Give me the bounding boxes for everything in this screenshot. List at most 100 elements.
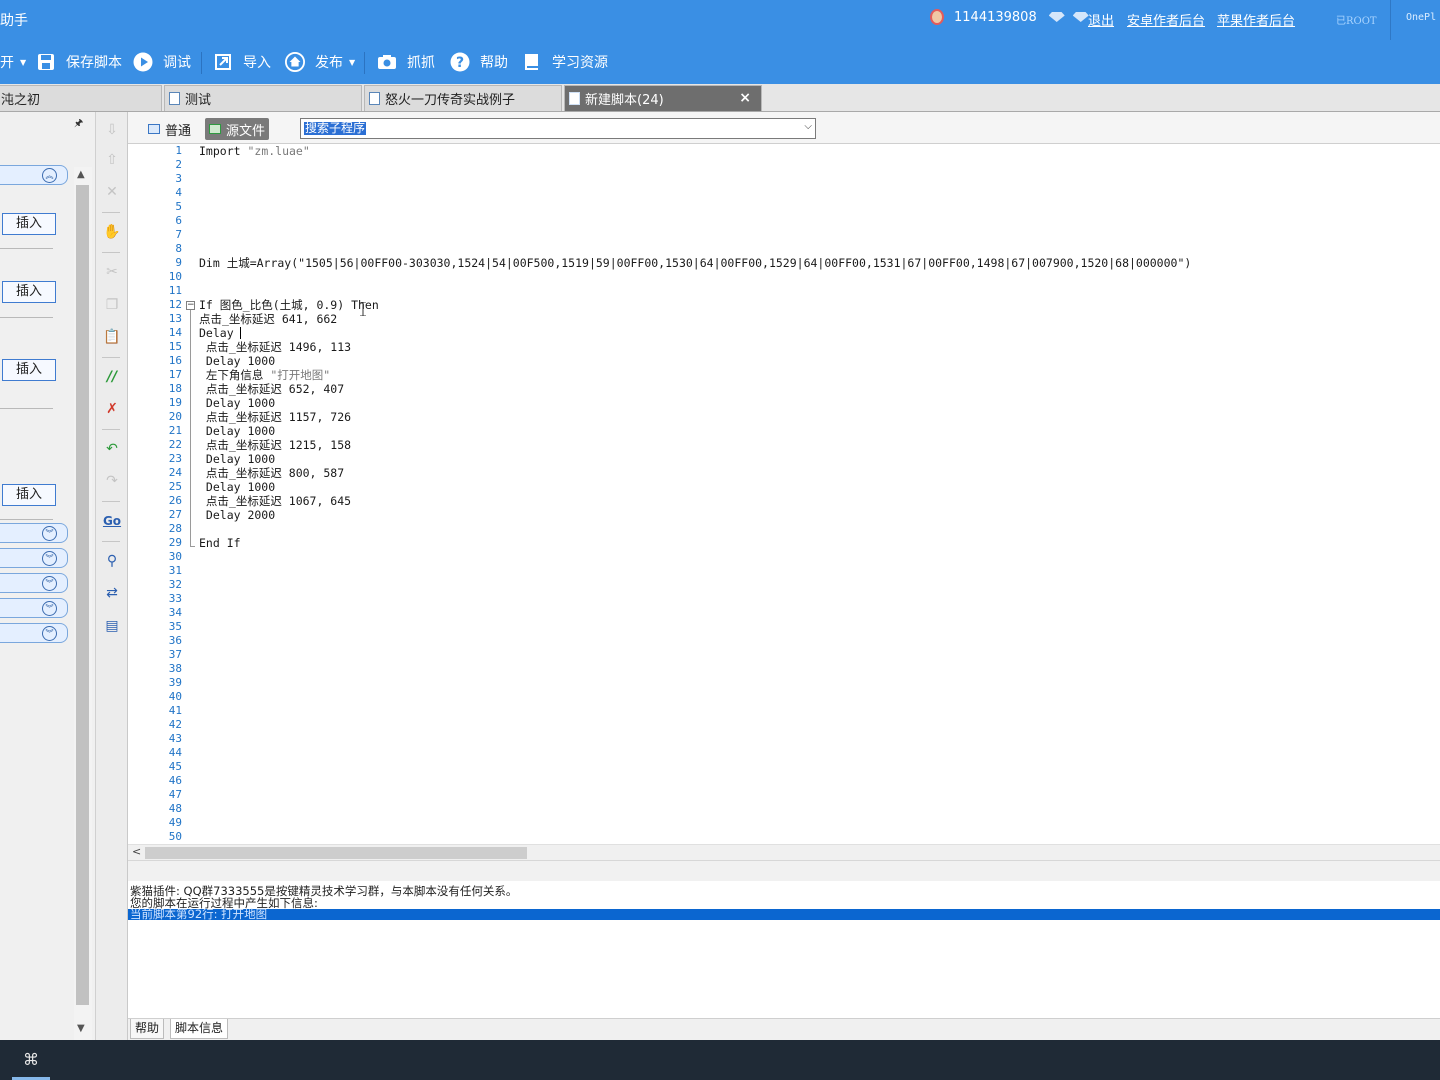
copy-icon[interactable]: ❐ [102, 295, 122, 315]
code-line[interactable]: Delay 1000 [199, 480, 1429, 494]
apple-backend-link[interactable]: 苹果作者后台 [1217, 10, 1295, 29]
code-line[interactable]: 点击_坐标延迟 1157, 726 [199, 410, 1429, 424]
undo-icon[interactable]: ↶ [102, 439, 122, 459]
collapsible-group[interactable]: ︾ [0, 598, 68, 618]
editor-horizontal-scrollbar[interactable]: < [128, 844, 1440, 860]
open-button[interactable]: 开 ▼ [0, 50, 26, 74]
code-line[interactable] [199, 186, 1429, 200]
code-line[interactable]: Delay 1000 [199, 354, 1429, 368]
code-line[interactable] [199, 242, 1429, 256]
breakpoint-margin[interactable] [128, 144, 148, 844]
code-line[interactable]: 左下角信息 "打开地图" [199, 368, 1429, 382]
learning-resources-label: 学习资源 [552, 55, 608, 71]
delete-icon[interactable]: ✕ [102, 182, 122, 202]
chevron-down-icon[interactable]: ⌵ [804, 121, 812, 132]
source-view-button[interactable]: 源文件 [205, 118, 270, 140]
hand-icon[interactable]: ✋ [102, 222, 122, 242]
code-line[interactable] [199, 228, 1429, 242]
pin-icon[interactable]: 🖈 [74, 116, 83, 133]
import-button[interactable]: 导入 [213, 50, 271, 74]
collapsible-group[interactable]: ︾ [0, 548, 68, 568]
expand-down-icon[interactable]: ︾ [42, 626, 57, 641]
help-button[interactable]: ? 帮助 [450, 50, 508, 74]
collapsible-group[interactable]: ︾ [0, 523, 68, 543]
tab-new-script[interactable]: 新建脚本(24) × [564, 85, 762, 111]
close-tab-icon[interactable]: × [739, 90, 751, 106]
collapsible-group[interactable]: ︽ [0, 165, 68, 185]
tab-example[interactable]: 怒火一刀传奇实战例子 [364, 85, 562, 111]
subroutine-search-select[interactable]: 搜索子程序 ⌵ [300, 118, 816, 139]
code-line[interactable]: Delay [199, 326, 1429, 340]
scroll-left-icon[interactable]: < [132, 845, 141, 858]
code-line[interactable] [199, 158, 1429, 172]
output-highlight-row[interactable]: 当前脚本第92行: 打开地图 [128, 908, 1440, 920]
insert-button[interactable]: 插入 [2, 281, 56, 303]
taskbar-app-icon[interactable]: ⌘ [12, 1048, 50, 1080]
expand-down-icon[interactable]: ︾ [42, 551, 57, 566]
goto-icon[interactable]: Go [102, 511, 122, 531]
properties-icon[interactable]: ▤ [102, 616, 122, 636]
tab-script-info[interactable]: 脚本信息 [170, 1019, 229, 1039]
expand-down-icon[interactable]: ︾ [42, 526, 57, 541]
collapsible-group[interactable]: ︾ [0, 573, 68, 593]
insert-button[interactable]: 插入 [2, 359, 56, 381]
scroll-up-icon[interactable]: ▲ [77, 169, 85, 180]
collapsible-group[interactable]: ︾ [0, 623, 68, 643]
move-down-icon[interactable]: ⇩ [102, 120, 122, 140]
android-backend-link[interactable]: 安卓作者后台 [1127, 10, 1205, 29]
fold-toggle-icon[interactable]: − [186, 301, 195, 310]
code-line[interactable]: Delay 1000 [199, 424, 1429, 438]
find-icon[interactable]: ⚲ [102, 551, 122, 571]
expand-down-icon[interactable]: ︾ [42, 576, 57, 591]
tab-help[interactable]: 帮助 [130, 1019, 165, 1039]
panel-scrollbar[interactable]: ▲ ▼ [74, 167, 92, 1042]
line-number: 36 [168, 634, 182, 647]
code-line[interactable] [199, 200, 1429, 214]
paste-icon[interactable]: 📋 [102, 327, 122, 347]
insert-button[interactable]: 插入 [2, 213, 56, 235]
tab-test[interactable]: 测试 [164, 85, 362, 111]
redo-icon[interactable]: ↷ [102, 471, 122, 491]
code-line[interactable]: 点击_坐标延迟 800, 587 [199, 466, 1429, 480]
tab-script[interactable]: 沌之初 [0, 85, 162, 111]
code-line[interactable]: 点击_坐标延迟 652, 407 [199, 382, 1429, 396]
learning-resources-button[interactable]: 学习资源 [522, 50, 608, 74]
code-line[interactable] [199, 270, 1429, 284]
capture-button[interactable]: 抓抓 [377, 50, 435, 74]
code-line[interactable]: Import "zm.luae" [199, 144, 1429, 158]
cut-icon[interactable]: ✂ [102, 262, 122, 282]
comment-icon[interactable]: // [102, 367, 122, 387]
code-line[interactable]: Delay 2000 [199, 508, 1429, 522]
line-number: 35 [168, 620, 182, 633]
save-script-button[interactable]: 保存脚本 [36, 50, 122, 74]
scroll-down-icon[interactable]: ▼ [77, 1023, 85, 1034]
uncomment-icon[interactable]: ✗ [102, 399, 122, 419]
scroll-thumb[interactable] [145, 847, 527, 859]
expand-down-icon[interactable]: ︾ [42, 601, 57, 616]
code-line[interactable] [199, 522, 1429, 536]
debug-button[interactable]: 调试 [133, 50, 191, 74]
code-line[interactable] [199, 284, 1429, 298]
publish-button[interactable]: 发布 ▼ [285, 50, 355, 74]
scroll-thumb[interactable] [76, 185, 89, 1005]
code-line[interactable]: Delay 1000 [199, 396, 1429, 410]
code-line[interactable]: End If [199, 536, 1429, 550]
insert-button[interactable]: 插入 [2, 484, 56, 506]
logout-link[interactable]: 退出 [1088, 10, 1114, 29]
code-line[interactable]: Dim 土城=Array("1505|56|00FF00-303030,1524… [199, 256, 1429, 270]
source-view-label: 源文件 [226, 123, 266, 139]
code-line[interactable]: 点击_坐标延迟 1496, 113 [199, 340, 1429, 354]
code-line[interactable] [199, 214, 1429, 228]
code-line[interactable] [199, 172, 1429, 186]
code-editor[interactable]: 1 2 3 4 5 6 7 8 9 10 11 12 13 14 15 16 17 18 19 20 21 22 23 24 2… [128, 144, 1440, 844]
code-line[interactable]: 点击_坐标延迟 1067, 645 [199, 494, 1429, 508]
normal-view-button[interactable]: 普通 [144, 118, 195, 140]
code-line[interactable]: Delay 1000 [199, 452, 1429, 466]
move-up-icon[interactable]: ⇧ [102, 150, 122, 170]
replace-icon[interactable]: ⇄ [102, 583, 122, 603]
code-content[interactable]: Import "zm.luae" Dim 土城=Array("1505|56|00… [199, 144, 1429, 550]
code-line[interactable]: 点击_坐标延迟 641, 662 [199, 312, 1429, 326]
code-line[interactable]: If 图色_比色(土城, 0.9) Then [199, 298, 1429, 312]
code-line[interactable]: 点击_坐标延迟 1215, 158 [199, 438, 1429, 452]
collapse-up-icon[interactable]: ︽ [42, 168, 57, 183]
